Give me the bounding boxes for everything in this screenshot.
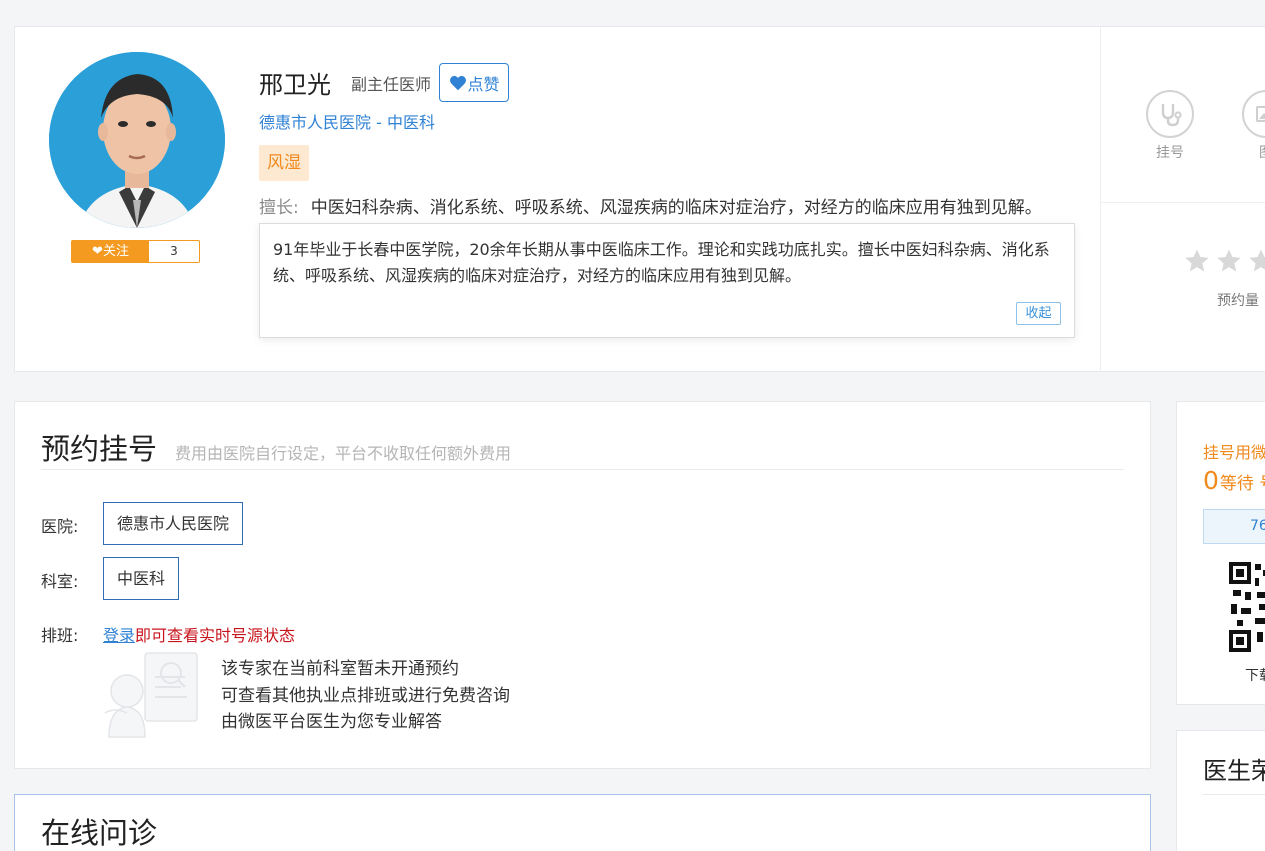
hospital-department-line: 德惠市人民医院 - 中医科 [259, 109, 435, 133]
rating-stars [1183, 247, 1265, 275]
bio-popover: 91年毕业于长春中医学院，20余年长期从事中医临床工作。理论和实践功底扎实。擅长… [259, 223, 1075, 338]
schedule-line: 登录即可查看实时号源状态 [103, 622, 295, 646]
qr-code-icon [1229, 562, 1265, 654]
booking-title: 预约挂号 [41, 432, 158, 466]
divider [1203, 794, 1265, 795]
like-button[interactable]: 点赞 [439, 63, 510, 102]
heart-icon: ❤ [92, 244, 103, 259]
waiting-number: 0 [1203, 466, 1219, 495]
divider [1101, 202, 1265, 203]
department-label: 科室: [41, 572, 79, 591]
online-title: 在线问诊 [41, 816, 158, 850]
collapse-button[interactable]: 收起 [1016, 302, 1061, 325]
doctor-stats-panel: 挂号 图 预约量 [1100, 26, 1265, 372]
registration-box[interactable]: 76 [1203, 509, 1265, 544]
star-icon [1185, 249, 1209, 272]
separator: - [371, 113, 387, 132]
follow-widget: ❤关注 3 [71, 240, 200, 263]
hospital-link[interactable]: 德惠市人民医院 [259, 113, 371, 132]
star-icon [1249, 249, 1265, 272]
expertise-label: 擅长: [259, 198, 299, 218]
stethoscope-icon [1146, 90, 1194, 138]
expertise-text: 中医妇科杂病、消化系统、呼吸系统、风湿疾病的临床对症治疗，对经方的临床应用有独到… [310, 198, 1042, 218]
notice-line: 可查看其他执业点排班或进行免费咨询 [221, 685, 510, 706]
schedule-hint: 即可查看实时号源状态 [135, 626, 296, 645]
follow-count: 3 [170, 244, 178, 258]
heart-icon [449, 75, 466, 90]
star-icon [1217, 249, 1241, 272]
online-consultation-section: 在线问诊 [14, 794, 1151, 851]
follow-button[interactable]: ❤关注 [72, 241, 149, 262]
hospital-label: 医院: [41, 517, 79, 536]
doctor-title: 副主任医师 [351, 74, 432, 94]
service-image-consult[interactable]: 图 [1241, 90, 1265, 162]
notice-line: 由微医平台医生为您专业解答 [221, 712, 442, 732]
expertise-line[interactable]: 擅长: 中医妇科杂病、消化系统、呼吸系统、风湿疾病的临床对症治疗，对经方的临床应用… [259, 193, 1079, 218]
department-link[interactable]: 中医科 [387, 113, 435, 132]
doctor-honors-panel: 医生荣 [1176, 730, 1265, 851]
booking-section: 预约挂号 费用由医院自行设定，平台不收取任何额外费用 医院: 德惠市人民医院 科… [14, 401, 1151, 769]
appointment-count-label: 预约量 [1217, 293, 1259, 309]
registration-hint: 挂号用微 [1203, 443, 1265, 462]
booking-subtitle: 费用由医院自行设定，平台不收取任何额外费用 [175, 444, 512, 463]
app-registration-panel: 挂号用微 0等待 号 76 下载 [1176, 401, 1265, 705]
download-label[interactable]: 下载 [1245, 665, 1265, 685]
bio-text: 91年毕业于长春中医学院，20余年长期从事中医临床工作。理论和实践功底扎实。擅长… [273, 240, 1050, 285]
schedule-label: 排班: [41, 626, 79, 645]
department-option[interactable]: 中医科 [103, 557, 180, 600]
hospital-option[interactable]: 德惠市人民医院 [103, 502, 244, 545]
image-icon [1242, 90, 1265, 138]
doctor-avatar [49, 52, 225, 228]
name-row: 邢卫光 副主任医师 点赞 [259, 63, 510, 102]
service-registration[interactable]: 挂号 [1145, 90, 1195, 162]
like-label: 点赞 [467, 74, 500, 94]
booking-header: 预约挂号 费用由医院自行设定，平台不收取任何额外费用 [41, 426, 511, 468]
service-label: 图 [1241, 142, 1265, 162]
service-label: 挂号 [1156, 145, 1184, 161]
divider [41, 469, 1124, 470]
notice-line: 该专家在当前科室暂未开通预约 [221, 659, 459, 679]
no-appointment-notice: 该专家在当前科室暂未开通预约 可查看其他执业点排班或进行免费咨询 由微医平台医生… [221, 656, 510, 736]
doctor-name: 邢卫光 [259, 71, 331, 99]
disease-tag[interactable]: 风湿 [259, 145, 309, 181]
empty-schedule-illustration [104, 652, 198, 738]
honors-title: 医生荣 [1203, 757, 1265, 785]
waiting-text: 等待 号 [1219, 474, 1265, 494]
follow-label: 关注 [102, 244, 129, 259]
waiting-count: 0等待 号 [1203, 466, 1265, 495]
login-link[interactable]: 登录 [103, 626, 135, 645]
